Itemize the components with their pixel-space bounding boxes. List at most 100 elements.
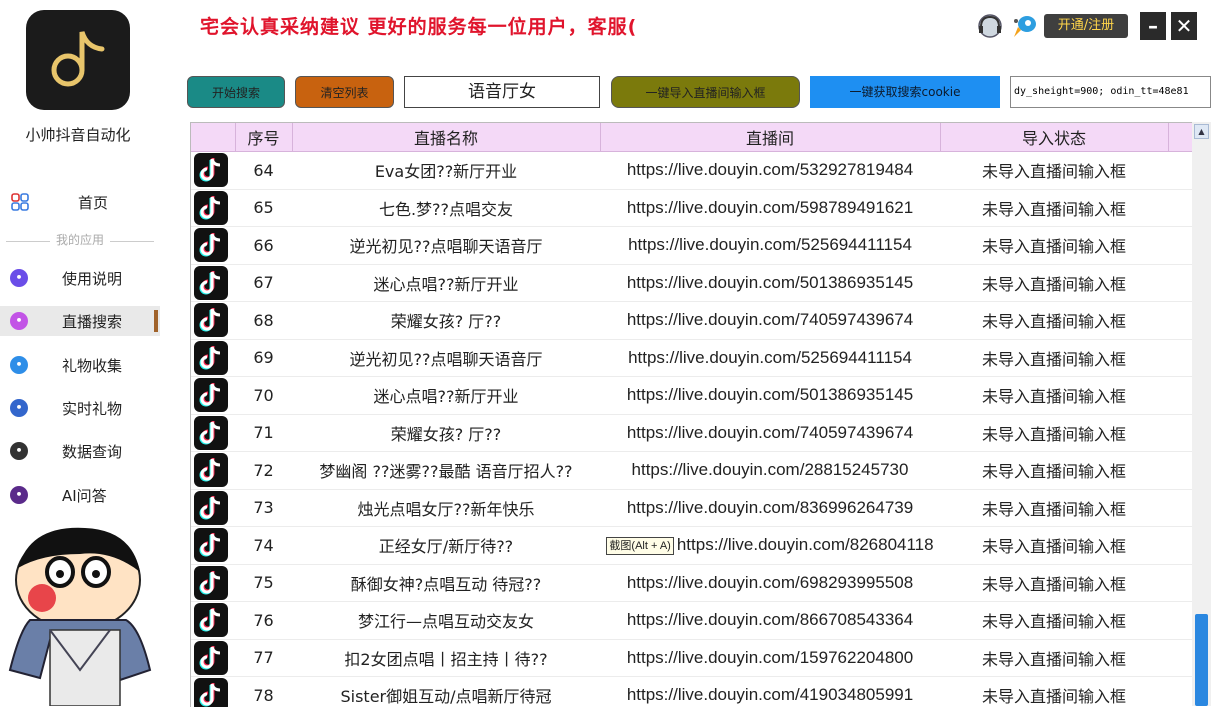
row-live-url[interactable]: https://live.douyin.com/501386935145 (600, 377, 940, 415)
tiktok-icon (194, 641, 228, 675)
sidebar-item-0[interactable]: •使用说明 (0, 263, 160, 293)
row-live-url[interactable]: https://live.douyin.com/532927819484 (600, 152, 940, 190)
tiktok-icon (194, 341, 228, 375)
cookie-input[interactable]: dy_sheight=900; odin_tt=48e81 (1010, 76, 1211, 108)
manual-icon: • (10, 269, 28, 287)
row-live-url[interactable]: https://live.douyin.com/866708543364 (600, 602, 940, 640)
row-live-url[interactable]: https://live.douyin.com/740597439674 (600, 414, 940, 452)
table-row[interactable]: 78Sister御姐互动/点唱新厅待冠https://live.douyin.c… (191, 677, 1193, 707)
row-icon-cell (191, 677, 235, 707)
row-no: 71 (235, 414, 292, 452)
sidebar-item-label: AI问答 (62, 485, 107, 506)
table-row[interactable]: 75酥御女神?点唱互动 待冠??https://live.douyin.com/… (191, 564, 1193, 602)
app-name: 小帅抖音自动化 (0, 124, 156, 145)
header-room[interactable]: 直播间 (600, 123, 940, 152)
row-live-url[interactable]: https://live.douyin.com/836996264739 (600, 489, 940, 527)
sidebar-item-2[interactable]: •礼物收集 (0, 350, 160, 380)
row-live-url[interactable]: 截图(Alt + A)https://live.douyin.com/82680… (600, 527, 940, 565)
tiktok-icon (194, 378, 228, 412)
scroll-thumb[interactable] (1195, 614, 1208, 706)
table-row[interactable]: 73烛光点唱女厅??新年快乐https://live.douyin.com/83… (191, 489, 1193, 527)
sidebar-item-1[interactable]: •直播搜索 (0, 306, 160, 336)
row-live-url-text: https://live.douyin.com/525694411154 (628, 235, 912, 254)
row-live-url[interactable]: https://live.douyin.com/598789491621 (600, 189, 940, 227)
row-icon-cell (191, 302, 235, 340)
row-no: 78 (235, 677, 292, 707)
sidebar-item-4[interactable]: •数据查询 (0, 436, 160, 466)
row-icon-cell (191, 639, 235, 677)
table-row[interactable]: 68荣耀女孩? 厅??https://live.douyin.com/74059… (191, 302, 1193, 340)
row-live-url[interactable]: https://live.douyin.com/501386935145 (600, 264, 940, 302)
sidebar-item-3[interactable]: •实时礼物 (0, 393, 160, 423)
tiktok-icon (194, 566, 228, 600)
tiktok-icon (194, 416, 228, 450)
row-live-name: 梦幽阁 ??迷雾??最酷 语音厅招人?? (292, 452, 600, 490)
row-live-name: 荣耀女孩? 厅?? (292, 302, 600, 340)
live-room-table: 序号 直播名称 直播间 导入状态 64Eva女团??新厅开业https://li… (190, 122, 1211, 707)
header-name[interactable]: 直播名称 (292, 123, 600, 152)
table-row[interactable]: 64Eva女团??新厅开业https://live.douyin.com/532… (191, 152, 1193, 190)
row-live-name: Eva女团??新厅开业 (292, 152, 600, 190)
table-row[interactable]: 77扣2女团点唱丨招主持丨待??https://live.douyin.com/… (191, 639, 1193, 677)
row-status: 未导入直播间输入框 (940, 189, 1168, 227)
row-live-url-text: https://live.douyin.com/740597439674 (627, 423, 913, 442)
table-row[interactable]: 70迷心点唱??新厅开业https://live.douyin.com/5013… (191, 377, 1193, 415)
row-status: 未导入直播间输入框 (940, 452, 1168, 490)
tiktok-logo-icon (44, 26, 112, 94)
header-status[interactable]: 导入状态 (940, 123, 1168, 152)
import-live-button[interactable]: 一键导入直播间输入框 (611, 76, 800, 108)
row-icon-cell (191, 264, 235, 302)
row-icon-cell (191, 452, 235, 490)
table-row[interactable]: 65七色.梦??点唱交友https://live.douyin.com/5987… (191, 189, 1193, 227)
row-icon-cell (191, 152, 235, 190)
row-live-url[interactable]: https://live.douyin.com/698293995508 (600, 564, 940, 602)
row-status: 未导入直播间输入框 (940, 264, 1168, 302)
table-row[interactable]: 74正经女厅/新厅待??截图(Alt + A)https://live.douy… (191, 527, 1193, 565)
row-live-url[interactable]: https://live.douyin.com/525694411154 (600, 339, 940, 377)
close-button[interactable]: ✕ (1171, 12, 1197, 40)
minimize-button[interactable]: – (1140, 12, 1166, 40)
row-live-url[interactable]: https://live.douyin.com/525694411154 (600, 227, 940, 265)
sidebar-item-label: 实时礼物 (62, 398, 122, 419)
table-row[interactable]: 71荣耀女孩? 厅?? https://live.douyin.com/74059… (191, 414, 1193, 452)
scroll-up-button[interactable]: ▲ (1194, 124, 1209, 139)
table-row[interactable]: 69逆光初见??点唱聊天语音厅https://live.douyin.com/5… (191, 339, 1193, 377)
row-live-url[interactable]: https://live.douyin.com/28815245730 (600, 452, 940, 490)
row-icon-cell (191, 377, 235, 415)
row-live-name: 酥御女神?点唱互动 待冠?? (292, 564, 600, 602)
table-row[interactable]: 72梦幽阁 ??迷雾??最酷 语音厅招人??https://live.douyi… (191, 452, 1193, 490)
row-spacer (1168, 414, 1193, 452)
row-status: 未导入直播间输入框 (940, 339, 1168, 377)
row-spacer (1168, 564, 1193, 602)
row-live-url-text: https://live.douyin.com/159762204800 (627, 648, 913, 667)
row-status: 未导入直播间输入框 (940, 602, 1168, 640)
header-no[interactable]: 序号 (235, 123, 292, 152)
row-spacer (1168, 227, 1193, 265)
row-live-name: 荣耀女孩? 厅?? (292, 414, 600, 452)
start-search-button[interactable]: 开始搜索 (187, 76, 285, 108)
table-row[interactable]: 76梦江行—点唱互动交友女https://live.douyin.com/866… (191, 602, 1193, 640)
clear-list-button[interactable]: 清空列表 (295, 76, 394, 108)
row-spacer (1168, 339, 1193, 377)
row-no: 64 (235, 152, 292, 190)
sidebar-item-5[interactable]: •AI问答 (0, 480, 160, 510)
row-live-url[interactable]: https://live.douyin.com/159762204800 (600, 639, 940, 677)
rocket-icon[interactable] (1010, 11, 1040, 41)
row-live-url[interactable]: https://live.douyin.com/740597439674 (600, 302, 940, 340)
row-no: 77 (235, 639, 292, 677)
register-button[interactable]: 开通/注册 (1044, 14, 1128, 38)
table-scrollbar[interactable]: ▲ (1192, 122, 1211, 706)
row-icon-cell (191, 414, 235, 452)
get-cookie-button[interactable]: 一键获取搜索cookie (810, 76, 1000, 108)
table-row[interactable]: 67迷心点唱??新厅开业https://live.douyin.com/5013… (191, 264, 1193, 302)
row-live-url[interactable]: https://live.douyin.com/419034805991 (600, 677, 940, 707)
row-no: 76 (235, 602, 292, 640)
headset-icon[interactable] (976, 13, 1004, 39)
row-spacer (1168, 489, 1193, 527)
tiktok-icon (194, 453, 228, 487)
nav-home[interactable]: 首页 (0, 188, 156, 218)
keyword-input[interactable]: 语音厅女 (404, 76, 600, 108)
row-spacer (1168, 377, 1193, 415)
nav-section-title: 我的应用 (0, 231, 160, 251)
table-row[interactable]: 66逆光初见??点唱聊天语音厅https://live.douyin.com/5… (191, 227, 1193, 265)
